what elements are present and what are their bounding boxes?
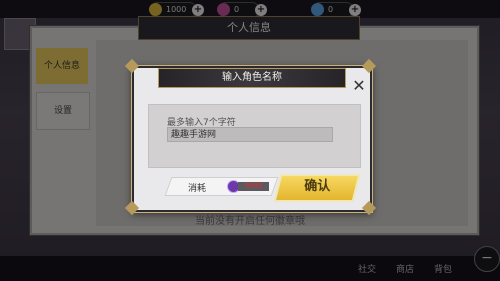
name-input[interactable]: 趣趣手游网 xyxy=(167,127,333,142)
confirm-label: 确认 xyxy=(304,179,331,194)
dialog-title: 输入角色名称 xyxy=(158,68,346,88)
cost-label: 消耗 xyxy=(188,184,207,194)
close-icon[interactable]: ✕ xyxy=(349,76,369,96)
confirm-button[interactable]: 确认 xyxy=(273,174,361,202)
cost-value: 9999 xyxy=(244,182,263,190)
